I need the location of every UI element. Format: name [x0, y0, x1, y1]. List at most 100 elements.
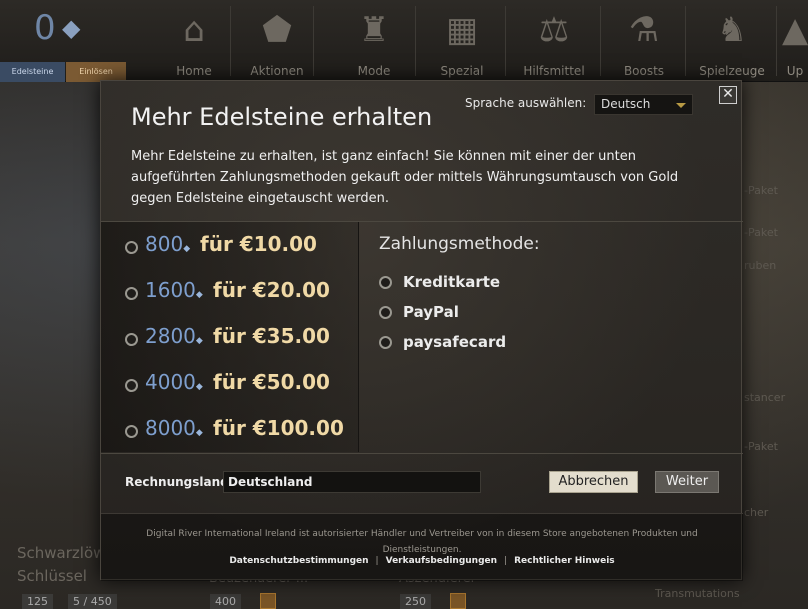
language-select[interactable]: Deutsch: [594, 94, 693, 115]
bg-price-badge: 5 / 450: [68, 594, 117, 609]
radio-button[interactable]: [125, 241, 138, 254]
bg-card-title: Schwarzlöw: [17, 544, 106, 562]
package-price: für €20.00: [213, 278, 330, 302]
link-separator: |: [504, 556, 508, 566]
package-price: für €100.00: [213, 416, 344, 440]
divider: [358, 222, 359, 452]
clothing-icon: ♜: [358, 10, 390, 50]
nav-label: Boosts: [623, 64, 665, 78]
payment-method-title: Zahlungsmethode:: [379, 234, 540, 254]
bg-price-badge: 400: [210, 594, 241, 609]
gem-icon: ◆: [195, 290, 203, 300]
link-separator: |: [375, 556, 379, 566]
buy-gems-dialog: Mehr Edelsteine erhalten Sprache auswähl…: [100, 80, 743, 581]
nav-divider: [313, 6, 314, 76]
payment-label: PayPal: [403, 303, 459, 321]
bg-side-item: stancer: [744, 391, 786, 404]
store-top-bar: 0 ◆ Edelsteine Einlösen ⌂ Home ⬟ Aktione…: [0, 0, 808, 82]
nav-label: Mode: [357, 64, 391, 78]
radio-button[interactable]: [125, 379, 138, 392]
bg-side-item: -Paket: [744, 226, 778, 239]
radio-button[interactable]: [125, 333, 138, 346]
nav-divider: [776, 6, 777, 76]
nav-fashion[interactable]: ♜ Mode: [340, 4, 408, 82]
bg-price-badge: 250: [400, 594, 431, 609]
package-gems: 4000◆: [145, 370, 203, 394]
crate-icon: ▦: [445, 10, 479, 50]
payment-label: paysafecard: [403, 333, 507, 351]
radio-button[interactable]: [379, 336, 392, 349]
potion-icon: ⚗: [628, 10, 660, 50]
tag-icon: ⬟: [262, 10, 292, 50]
scales-icon: ⚖: [538, 10, 570, 50]
radio-button[interactable]: [125, 425, 138, 438]
package-price: für €10.00: [200, 232, 317, 256]
payment-label: Kreditkarte: [403, 273, 501, 291]
bg-side-item: -Paket: [744, 184, 778, 197]
gem-icon: ◆: [195, 336, 203, 346]
nav-label: Hilfsmittel: [523, 64, 585, 78]
nav-label: Up: [786, 64, 804, 78]
bg-side-item: Transmutations: [655, 587, 740, 600]
bg-side-item: -Paket: [744, 440, 778, 453]
nav-boosts[interactable]: ⚗ Boosts: [610, 4, 678, 82]
language-value: Deutsch: [601, 97, 651, 111]
squirrel-icon: ♞: [716, 10, 748, 50]
nav-actions[interactable]: ⬟ Aktionen: [243, 4, 311, 82]
nav-divider: [415, 6, 416, 76]
gift-icon[interactable]: [260, 593, 276, 609]
nav-home[interactable]: ⌂ Home: [160, 4, 228, 82]
gem-icon: ◆: [183, 244, 191, 254]
nav-upgrades[interactable]: ▲ Up: [782, 4, 808, 82]
package-gems: 2800◆: [145, 324, 203, 348]
nav-divider: [600, 6, 601, 76]
chevron-down-icon: [676, 103, 686, 108]
package-gems: 800◆: [145, 232, 191, 256]
next-button[interactable]: Weiter: [655, 471, 719, 493]
radio-button[interactable]: [379, 276, 392, 289]
package-price: für €50.00: [213, 370, 330, 394]
intro-text: Mehr Edelsteine zu erhalten, ist ganz ei…: [131, 149, 679, 206]
gem-balance: 0: [34, 8, 56, 48]
tab-redeem[interactable]: Einlösen: [66, 62, 126, 82]
billing-country-field[interactable]: Deutschland: [223, 471, 481, 493]
nav-label: Spezial: [440, 64, 484, 78]
cancel-button[interactable]: Abbrechen: [549, 471, 638, 493]
upgrade-icon: ▲: [782, 10, 808, 50]
radio-button[interactable]: [379, 306, 392, 319]
terms-of-sale-link[interactable]: Verkaufsbedingungen: [386, 556, 497, 566]
nav-tools[interactable]: ⚖ Hilfsmittel: [520, 4, 588, 82]
billing-country-label: Rechnungsland: [125, 475, 229, 489]
divider: [101, 453, 743, 454]
bg-side-item: ruben: [744, 259, 777, 272]
bg-price-badge: 125: [22, 594, 53, 609]
radio-button[interactable]: [125, 287, 138, 300]
package-gems: 8000◆: [145, 416, 203, 440]
legal-notice-link[interactable]: Rechtlicher Hinweis: [514, 556, 615, 566]
legal-footer: Digital River International Ireland ist …: [101, 513, 743, 581]
legal-text: Digital River International Ireland ist …: [146, 529, 698, 555]
nav-label: Aktionen: [250, 64, 304, 78]
close-button[interactable]: ✕: [719, 86, 737, 104]
nav-label: Home: [176, 64, 212, 78]
nav-divider: [685, 6, 686, 76]
package-price: für €35.00: [213, 324, 330, 348]
gift-icon[interactable]: [450, 593, 466, 609]
nav-divider: [505, 6, 506, 76]
nav-toys[interactable]: ♞ Spielzeuge: [698, 4, 766, 82]
house-icon: ⌂: [183, 10, 205, 50]
nav-special[interactable]: ▦ Spezial: [428, 4, 496, 82]
bg-side-item: cher: [744, 506, 769, 519]
tab-gems[interactable]: Edelsteine: [0, 62, 65, 82]
privacy-link[interactable]: Datenschutzbestimmungen: [229, 556, 368, 566]
nav-label: Spielzeuge: [699, 64, 765, 78]
dialog-title: Mehr Edelsteine erhalten: [131, 103, 433, 131]
gem-icon: ◆: [62, 14, 81, 42]
gem-icon: ◆: [195, 428, 203, 438]
language-label: Sprache auswählen:: [465, 96, 587, 110]
bg-card-title: Schlüssel: [17, 567, 87, 585]
legal-links: Datenschutzbestimmungen | Verkaufsbedingun…: [101, 556, 743, 566]
gem-icon: ◆: [195, 382, 203, 392]
nav-divider: [230, 6, 231, 76]
package-gems: 1600◆: [145, 278, 203, 302]
